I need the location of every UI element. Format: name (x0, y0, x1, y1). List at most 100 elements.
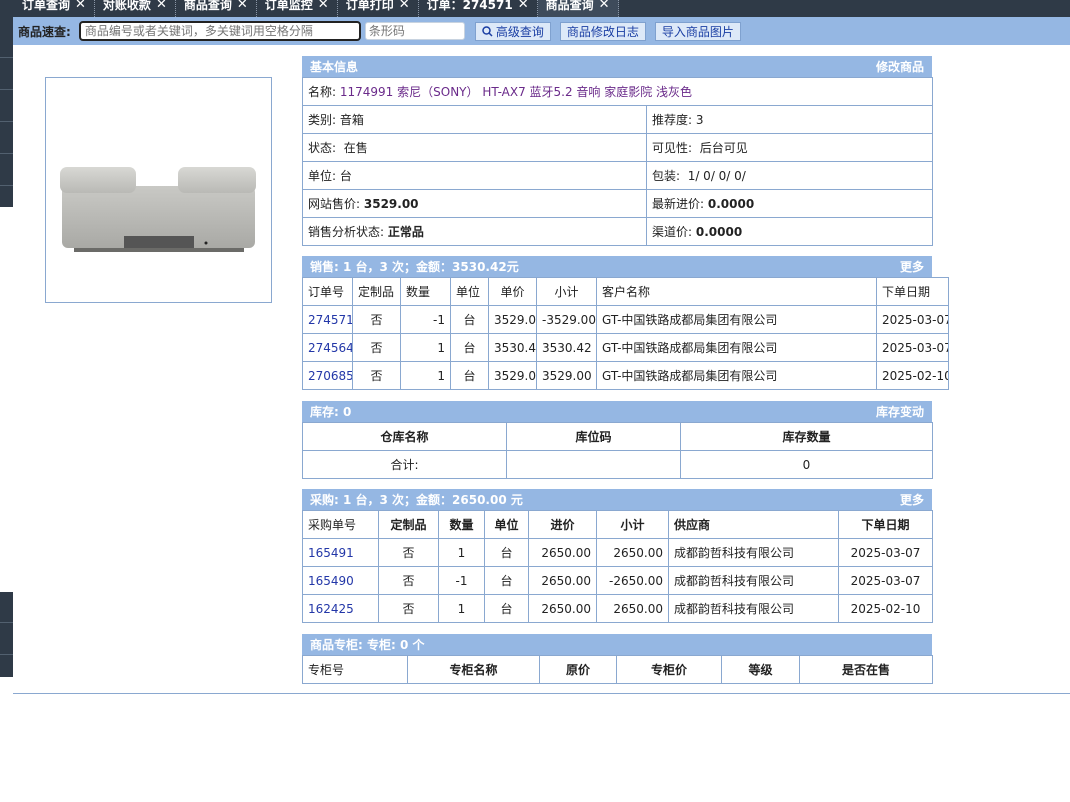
product-log-button[interactable]: 商品修改日志 (559, 21, 646, 41)
purchase-order-link[interactable]: 162425 (302, 594, 379, 623)
column-header: 仓库名称 (302, 422, 507, 451)
keyword-search-input[interactable] (78, 21, 361, 41)
column-header: 专柜名称 (407, 655, 540, 684)
purchase-table: 采购单号 定制品 数量 单位 进价 小计 供应商 下单日期 165491 否 1… (302, 510, 933, 623)
last-cost-cell: 最新进价: 0.0000 (645, 189, 934, 218)
sales-more-link[interactable]: 更多 (900, 258, 924, 275)
column-header: 数量 (438, 510, 485, 539)
customer-cell: GT-中国铁路成都局集团有限公司 (596, 305, 877, 334)
date-cell: 2025-03-07 (876, 305, 949, 334)
sales-summary: 销售: 1 台，3 次；金额：3530.42元 (310, 260, 519, 274)
import-images-button[interactable]: 导入商品图片 (654, 21, 741, 41)
order-link[interactable]: 274571 (302, 305, 353, 334)
field-label: 名称: (308, 85, 337, 99)
close-icon[interactable]: ✕ (318, 0, 329, 11)
table-row: 单位: 台 包装: 1/ 0/ 0/ 0/ (302, 161, 934, 190)
price-cell: 2650.00 (528, 538, 597, 567)
custom-cell: 否 (378, 566, 439, 595)
tab-order-274571[interactable]: 订单：274571 ✕ (419, 0, 538, 17)
column-header: 单价 (488, 277, 537, 306)
tab-order-query[interactable]: 订单查询 ✕ (14, 0, 95, 17)
field-value: 正常品 (387, 225, 424, 239)
column-header: 单位 (450, 277, 489, 306)
close-icon[interactable]: ✕ (399, 0, 410, 11)
table-row: 名称: 1174991 索尼（SONY） HT-AX7 蓝牙5.2 音响 家庭影… (301, 77, 934, 106)
column-header: 专柜价 (616, 655, 722, 684)
column-header: 订单号 (302, 277, 353, 306)
basic-info-table: 名称: 1174991 索尼（SONY） HT-AX7 蓝牙5.2 音响 家庭影… (301, 77, 934, 246)
column-header: 小计 (536, 277, 597, 306)
tab-product-query[interactable]: 商品查询 ✕ (176, 0, 257, 17)
column-header: 库存数量 (680, 422, 933, 451)
column-header: 原价 (539, 655, 617, 684)
unit-cell: 台 (484, 594, 529, 623)
table-row: 274564 否 1 台 3530.42 3530.42 GT-中国铁路成都局集… (302, 333, 949, 362)
close-icon[interactable]: ✕ (518, 0, 529, 11)
date-cell: 2025-02-10 (838, 594, 933, 623)
tab-label: 订单打印 (345, 0, 394, 12)
tab-reconciliation[interactable]: 对账收款 ✕ (95, 0, 176, 17)
field-value: 在售 (343, 141, 368, 155)
recommend-cell: 推荐度: 3 (645, 105, 934, 134)
purchase-order-link[interactable]: 165490 (302, 566, 379, 595)
purchase-more-link[interactable]: 更多 (900, 491, 924, 508)
edit-product-link[interactable]: 修改商品 (876, 58, 924, 75)
field-value: 3529.00 (363, 197, 419, 211)
table-header-row: 订单号 定制品 数量 单位 单价 小计 客户名称 下单日期 (302, 277, 949, 306)
subtotal-cell: -3529.00 (536, 305, 597, 334)
empty-cell (506, 450, 681, 479)
close-icon[interactable]: ✕ (75, 0, 86, 11)
advanced-search-button[interactable]: 高级查询 (474, 21, 551, 41)
product-name[interactable]: 1174991 索尼（SONY） HT-AX7 蓝牙5.2 音响 家庭影院 浅灰… (340, 85, 692, 99)
stock-summary: 库存: 0 (310, 405, 352, 419)
order-link[interactable]: 270685 (302, 361, 353, 390)
table-row: 网站售价: 3529.00 最新进价: 0.0000 (302, 189, 934, 218)
table-row: 270685 否 1 台 3529.00 3529.00 GT-中国铁路成都局集… (302, 361, 949, 390)
field-value: 后台可见 (699, 141, 748, 155)
tab-order-print[interactable]: 订单打印 ✕ (338, 0, 419, 17)
purchase-order-link[interactable]: 165491 (302, 538, 379, 567)
tab-label: 商品查询 (183, 0, 232, 12)
category-cell: 类别: 音箱 (302, 105, 647, 134)
field-value: 台 (339, 169, 352, 183)
column-header: 库位码 (506, 422, 681, 451)
supplier-cell: 成都韵哲科技有限公司 (668, 566, 839, 595)
sales-header: 销售: 1 台，3 次；金额：3530.42元 更多 (302, 256, 932, 277)
supplier-cell: 成都韵哲科技有限公司 (668, 594, 839, 623)
content-bottom-divider (13, 693, 1070, 694)
table-row: 274571 否 -1 台 3529.00 -3529.00 GT-中国铁路成都… (302, 305, 949, 334)
qty-cell: -1 (400, 305, 451, 334)
qty-cell: 1 (438, 594, 485, 623)
column-header: 进价 (528, 510, 597, 539)
close-icon[interactable]: ✕ (599, 0, 610, 11)
stock-change-link[interactable]: 库存变动 (876, 403, 924, 420)
product-name-cell: 名称: 1174991 索尼（SONY） HT-AX7 蓝牙5.2 音响 家庭影… (301, 77, 934, 106)
close-icon[interactable]: ✕ (156, 0, 167, 11)
table-row: 合计: 0 (302, 450, 933, 479)
field-label: 最新进价: (652, 197, 705, 211)
purchase-header: 采购: 1 台，3 次；金额：2650.00 元 更多 (302, 489, 932, 510)
field-label: 单位: (308, 169, 337, 183)
table-row: 类别: 音箱 推荐度: 3 (302, 105, 934, 134)
table-row: 销售分析状态: 正常品 渠道价: 0.0000 (302, 217, 934, 246)
stock-table: 仓库名称 库位码 库存数量 合计: 0 (302, 422, 933, 479)
close-icon[interactable]: ✕ (237, 0, 248, 11)
unit-cell: 台 (484, 566, 529, 595)
column-header: 小计 (596, 510, 669, 539)
purchase-summary: 采购: 1 台，3 次；金额：2650.00 元 (310, 493, 523, 507)
field-value: 音箱 (339, 113, 364, 127)
field-label: 状态: (308, 141, 337, 155)
subtotal-cell: 3530.42 (536, 333, 597, 362)
barcode-input[interactable] (364, 22, 465, 40)
status-cell: 状态: 在售 (302, 133, 647, 162)
date-cell: 2025-02-10 (876, 361, 949, 390)
tab-label: 订单查询 (22, 0, 71, 12)
field-value: 1/ 0/ 0/ 0/ (687, 169, 746, 183)
price-cell: 2650.00 (528, 566, 597, 595)
order-link[interactable]: 274564 (302, 333, 353, 362)
custom-cell: 否 (352, 305, 401, 334)
unit-cell: 台 (450, 361, 489, 390)
tab-order-monitor[interactable]: 订单监控 ✕ (257, 0, 338, 17)
tab-bar: 订单查询 ✕ 对账收款 ✕ 商品查询 ✕ 订单监控 ✕ 订单打印 ✕ 订单：274571 ✕… (0, 0, 1070, 17)
tab-product-query-active[interactable]: 商品查询 ✕ (537, 0, 619, 17)
